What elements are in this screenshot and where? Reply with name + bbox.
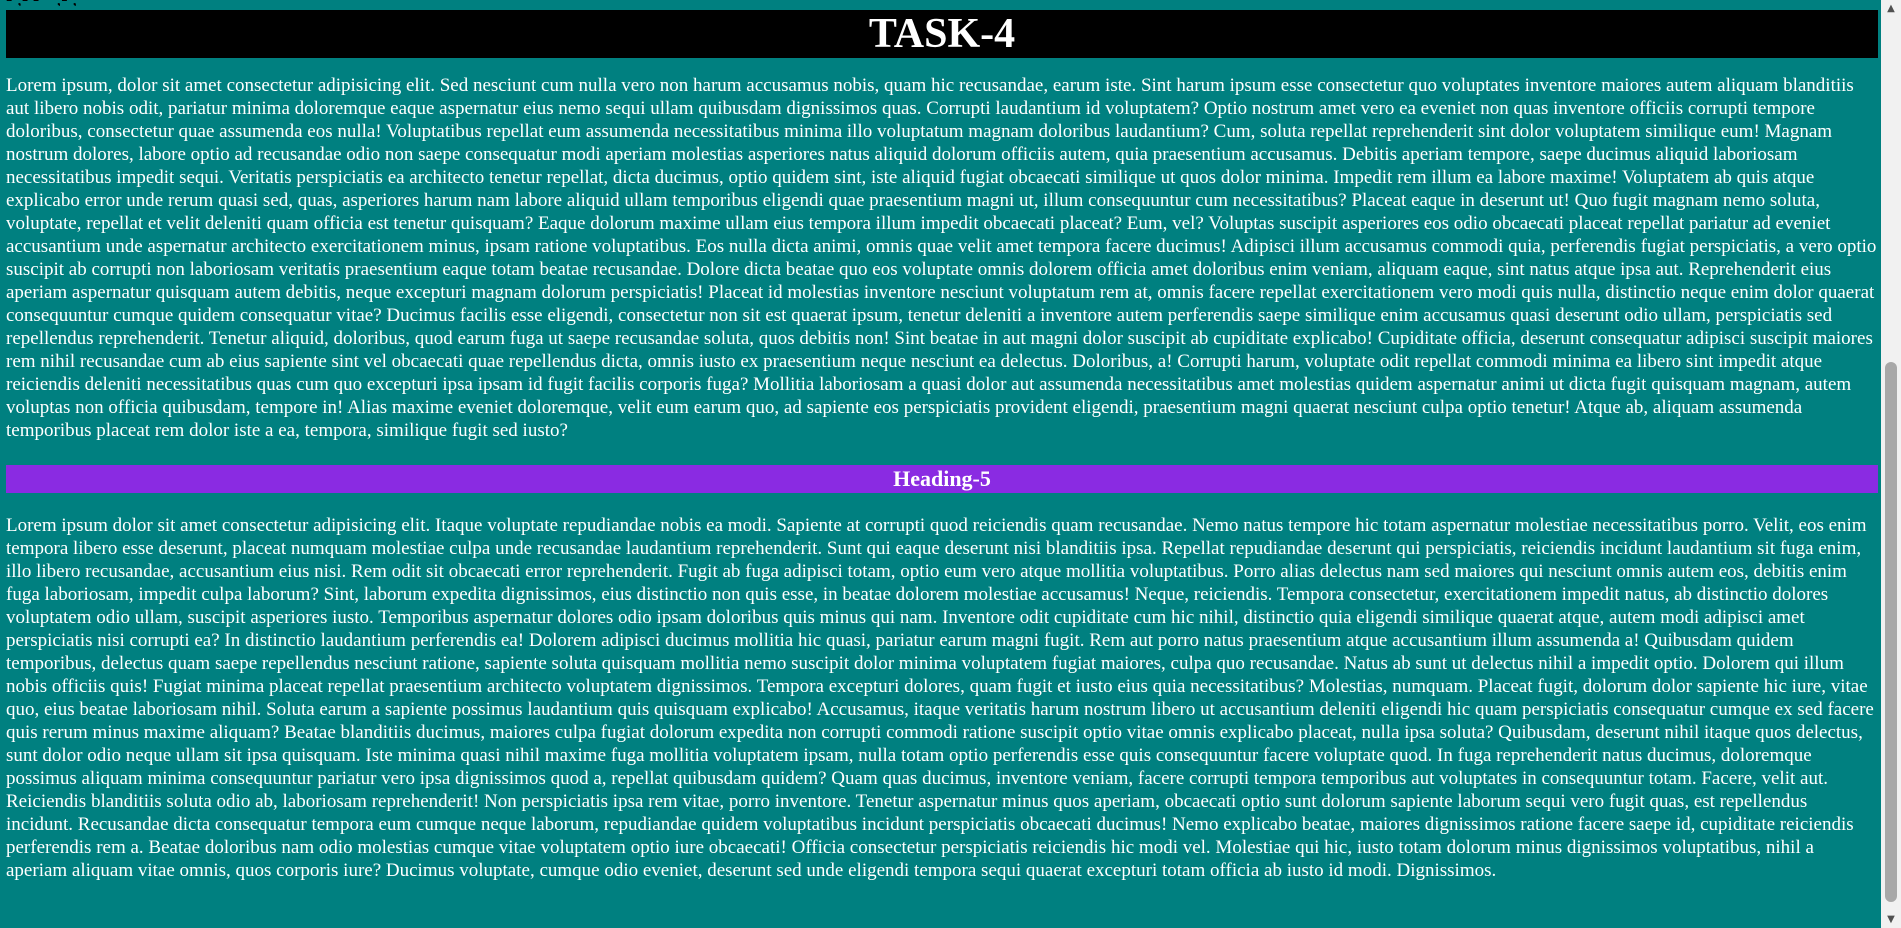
clipped-top-text: - ,- - " ,- ,: [6, 0, 1878, 6]
scrollbar-thumb[interactable]: [1885, 362, 1897, 902]
section-heading: Heading-5: [6, 465, 1878, 493]
scroll-down-arrow-icon[interactable]: ▼: [1881, 911, 1901, 928]
paragraph-2: Lorem ipsum dolor sit amet consectetur a…: [6, 515, 1874, 881]
page-inner: - ,- - " ,- , TASK-4 Lorem ipsum, dolor …: [6, 0, 1878, 882]
vertical-scrollbar[interactable]: ▲ ▼: [1881, 0, 1901, 928]
page-content: - ,- - " ,- , TASK-4 Lorem ipsum, dolor …: [0, 0, 1881, 928]
page-title: TASK-4: [6, 10, 1878, 58]
scroll-up-arrow-icon[interactable]: ▲: [1881, 0, 1901, 17]
paragraph-1: Lorem ipsum, dolor sit amet consectetur …: [6, 75, 1877, 441]
